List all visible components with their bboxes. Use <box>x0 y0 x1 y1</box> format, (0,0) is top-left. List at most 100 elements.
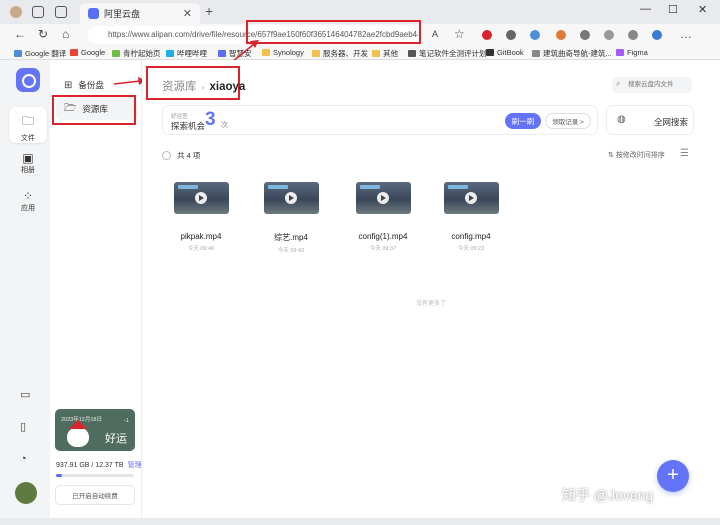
video-thumbnail <box>173 182 229 214</box>
bookmark-item[interactable]: 笔记软件全测评计划 <box>408 48 487 59</box>
bookmark-item[interactable]: Figma <box>616 48 648 57</box>
breadcrumb-separator-icon: › <box>201 82 205 92</box>
window-bottom-edge <box>0 518 720 525</box>
storage-progress-fill <box>56 474 62 477</box>
file-name: pikpak.mp4 <box>180 232 222 241</box>
breadcrumb-parent[interactable]: 资源库 <box>162 81 197 93</box>
resource-highlight-box <box>52 95 136 125</box>
favorite-star-icon[interactable]: ☆ <box>454 27 465 41</box>
shuffle-button[interactable]: 刷一刷 <box>505 113 541 129</box>
collections-icon[interactable] <box>628 30 638 40</box>
desktop-client-icon[interactable]: ▭ <box>20 388 30 401</box>
auto-renew-button[interactable]: 已开启自动续费 <box>55 485 135 505</box>
file-date: 今天 09:37 <box>369 246 397 252</box>
explore-title: 探索机会 <box>171 121 206 131</box>
read-aloud-icon[interactable]: A <box>432 29 438 39</box>
play-icon <box>284 192 297 204</box>
file-item[interactable]: config.mp4 今天 09:23 <box>436 182 506 252</box>
close-tab-icon[interactable]: ✕ <box>183 7 192 20</box>
file-date: 今天 09:42 <box>277 248 305 254</box>
file-name: config.mp4 <box>451 232 491 241</box>
bookmark-item[interactable]: Google <box>70 48 105 57</box>
photo-icon: ▣ <box>22 151 34 165</box>
alipan-logo[interactable] <box>16 68 40 92</box>
user-avatar[interactable] <box>15 482 37 504</box>
file-date: 今天 09:23 <box>457 246 485 252</box>
workspaces-icon[interactable] <box>32 6 44 18</box>
bookmark-folder[interactable]: 其他 <box>372 48 398 59</box>
file-item[interactable]: config(1).mp4 今天 09:37 <box>348 182 418 252</box>
list-view-icon[interactable]: ☰ <box>680 148 689 159</box>
profile-avatar-icon[interactable] <box>10 6 22 18</box>
sidebar: ⊞ 备份盘 🗁 资源库 2023年12月18日 -1 好运 937.91 GB … <box>50 60 142 518</box>
mascot-santa-icon <box>67 420 89 447</box>
main-content: 资源库 › xiaoya ⌕ 好运签 探索机会 3 次 刷一刷 领取记录 > ◍ 全… <box>142 60 720 518</box>
home-icon[interactable]: ⌂ <box>62 27 69 41</box>
web-search-button[interactable]: ◍ 全网搜索 <box>606 105 694 135</box>
play-icon <box>376 192 389 204</box>
mobile-client-icon[interactable]: ▯ <box>20 420 26 433</box>
extension-icon[interactable] <box>556 30 566 40</box>
video-thumbnail <box>263 182 319 214</box>
rail-item-photos[interactable]: ▣ 相册 <box>9 146 47 182</box>
file-name: 综艺.mp4 <box>274 233 308 242</box>
video-thumbnail <box>355 182 411 214</box>
refresh-icon[interactable]: ↻ <box>38 27 48 41</box>
explore-subtitle: 好运签 <box>171 114 188 120</box>
add-fab-button[interactable]: + <box>657 460 689 492</box>
bookmark-item[interactable]: 建筑曲奇导航-建筑... <box>532 48 612 59</box>
more-menu-icon[interactable]: … <box>680 27 692 41</box>
globe-icon: ◍ <box>617 114 626 125</box>
explore-card: 好运签 探索机会 3 次 刷一刷 领取记录 > <box>162 105 598 135</box>
close-window-icon[interactable]: ✕ <box>698 3 707 16</box>
promo-card[interactable]: 2023年12月18日 -1 好运 <box>55 409 135 451</box>
bookmark-item[interactable]: Google 翻译 <box>14 48 66 59</box>
file-item[interactable]: 综艺.mp4 今天 09:42 <box>256 182 326 254</box>
browser-tab-active[interactable]: 阿里云盘 ✕ <box>80 3 200 24</box>
select-all-checkbox[interactable] <box>162 151 171 160</box>
speed-icon[interactable]: ◔ <box>20 453 27 465</box>
bookmark-item[interactable]: 青柠起始页 <box>112 48 161 59</box>
explore-count: 3 <box>205 109 216 130</box>
extensions-puzzle-icon[interactable] <box>604 30 614 40</box>
file-name: config(1).mp4 <box>358 232 408 241</box>
no-more-text: 没有更多了 <box>415 301 446 307</box>
bookmark-item[interactable]: GitBook <box>486 48 524 57</box>
file-item[interactable]: pikpak.mp4 今天 09:46 <box>166 182 236 252</box>
item-count: 共 4 项 <box>162 150 200 161</box>
breadcrumb: 资源库 › xiaoya <box>162 78 245 94</box>
extension-icon[interactable] <box>506 30 516 40</box>
manage-storage-link[interactable]: 管理 <box>128 462 142 469</box>
extension-icon[interactable] <box>652 30 662 40</box>
bookmark-folder[interactable]: Synology <box>262 48 304 57</box>
apps-icon: ⁘ <box>22 189 34 203</box>
search-icon: ⌕ <box>616 79 621 88</box>
extension-icon[interactable] <box>580 30 590 40</box>
tab-actions-icon[interactable] <box>55 6 67 18</box>
play-icon <box>194 192 207 204</box>
file-date: 今天 09:46 <box>187 246 215 252</box>
claim-record-button[interactable]: 领取记录 > <box>545 113 591 129</box>
promo-mark: -1 <box>123 418 129 424</box>
extension-cloud-icon[interactable] <box>530 30 540 40</box>
rail-item-files[interactable]: 🗀 文件 <box>9 107 47 143</box>
maximize-icon[interactable]: ☐ <box>668 3 678 16</box>
explore-unit: 次 <box>221 122 228 129</box>
extension-adblock-icon[interactable] <box>482 30 492 40</box>
sort-button[interactable]: ⇅ 按修改时间排序 <box>608 150 665 160</box>
url-highlight-box <box>246 20 421 44</box>
folder-icon: 🗀 <box>21 114 34 128</box>
play-icon <box>464 192 477 204</box>
breadcrumb-current: xiaoya <box>209 81 246 93</box>
back-icon[interactable]: ← <box>14 27 26 41</box>
alipan-favicon-icon <box>88 8 99 19</box>
new-tab-icon[interactable]: + <box>205 3 213 19</box>
search-input[interactable] <box>612 77 692 93</box>
bookmark-folder[interactable]: 服务器、开发 <box>312 48 368 59</box>
storage-usage: 937.91 GB / 12.37 TB 管理 <box>56 462 142 469</box>
minimize-icon[interactable]: — <box>640 3 651 15</box>
rail-item-apps[interactable]: ⁘ 应用 <box>9 184 47 220</box>
sort-icon: ⇅ <box>608 152 616 159</box>
bookmarks-bar: Google 翻译 Google 青柠起始页 哔哩哔哩 智慧安 Synology… <box>0 46 720 60</box>
bookmark-item[interactable]: 哔哩哔哩 <box>166 48 207 59</box>
